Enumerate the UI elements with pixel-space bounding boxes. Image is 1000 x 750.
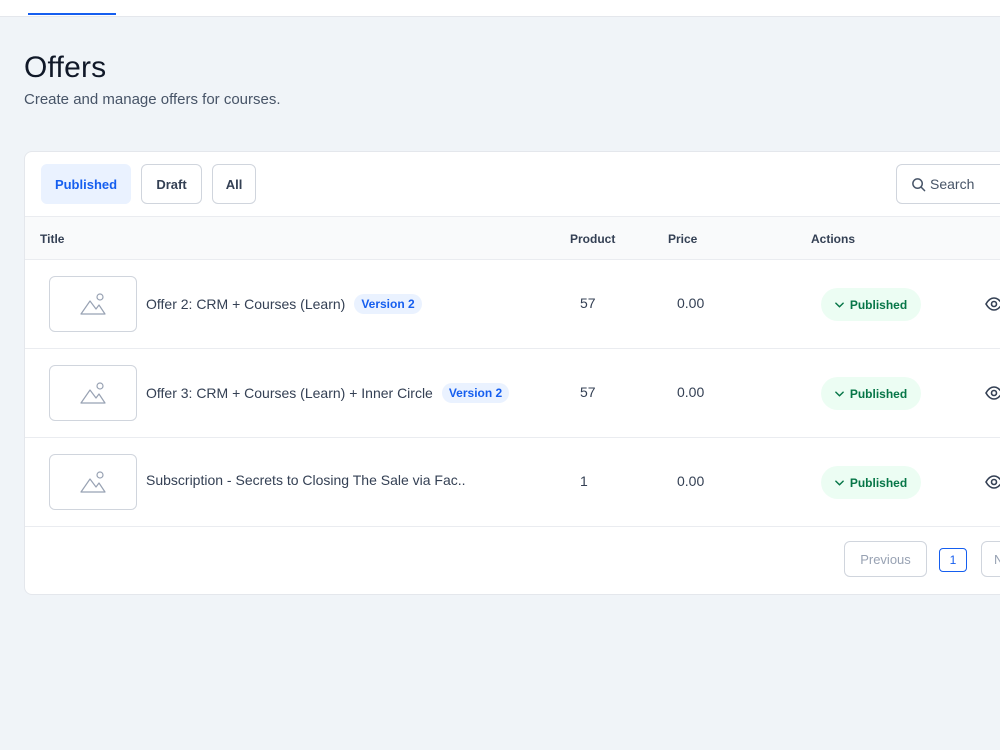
offer-title: Offer 2: CRM + Courses (Learn): [146, 296, 346, 312]
image-placeholder-icon: [80, 471, 106, 493]
pagination: Previous 1 N: [25, 527, 1000, 595]
filter-bar: Published Draft All Search: [25, 152, 1000, 217]
image-placeholder-icon: [80, 382, 106, 404]
offer-thumbnail: [49, 276, 137, 332]
offer-title-cell: Offer 2: CRM + Courses (Learn) Version 2: [146, 294, 422, 314]
column-header-price: Price: [668, 232, 698, 246]
active-tab-indicator: [28, 13, 116, 15]
image-placeholder-icon: [80, 293, 106, 315]
version-badge: Version 2: [354, 294, 422, 314]
eye-icon[interactable]: [985, 296, 1000, 312]
eye-icon[interactable]: [985, 474, 1000, 490]
top-navigation-bar: [0, 0, 1000, 17]
page-title: Offers: [24, 51, 107, 84]
offer-product-count: 1: [580, 473, 588, 489]
offer-thumbnail: [49, 454, 137, 510]
search-input[interactable]: Search: [896, 164, 1000, 204]
status-label: Published: [849, 297, 908, 312]
chevron-down-icon: [835, 301, 844, 308]
filter-all-button[interactable]: All: [212, 164, 256, 204]
table-header: Title Product Price Actions: [25, 217, 1000, 260]
filter-published-button[interactable]: Published: [41, 164, 131, 204]
offer-title: Subscription - Secrets to Closing The Sa…: [146, 472, 466, 488]
version-badge: Version 2: [441, 383, 510, 403]
eye-icon[interactable]: [985, 385, 1000, 401]
offer-price: 0.00: [677, 295, 705, 311]
column-header-title: Title: [40, 232, 65, 246]
search-placeholder: Search: [930, 176, 975, 192]
offer-product-count: 57: [580, 295, 596, 311]
next-page-button[interactable]: N: [981, 541, 1000, 577]
offer-title: Offer 3: CRM + Courses (Learn) + Inner C…: [146, 385, 433, 401]
offer-title-cell: Offer 3: CRM + Courses (Learn) + Inner C…: [146, 383, 510, 403]
filter-draft-button[interactable]: Draft: [141, 164, 202, 204]
offer-product-count: 57: [580, 384, 596, 400]
page-subtitle: Create and manage offers for courses.: [24, 91, 281, 108]
page-number-button[interactable]: 1: [939, 548, 967, 572]
offer-thumbnail: [49, 365, 137, 421]
table-row[interactable]: Offer 2: CRM + Courses (Learn) Version 2…: [25, 260, 1000, 349]
column-header-product: Product: [570, 232, 616, 246]
offer-price: 0.00: [677, 384, 705, 400]
status-dropdown[interactable]: Published: [821, 466, 921, 499]
chevron-down-icon: [835, 390, 844, 397]
status-label: Published: [849, 475, 908, 490]
offer-price: 0.00: [677, 473, 705, 489]
table-row[interactable]: Subscription - Secrets to Closing The Sa…: [25, 438, 1000, 527]
offer-title-cell: Subscription - Secrets to Closing The Sa…: [146, 472, 466, 488]
status-label: Published: [849, 386, 908, 401]
previous-page-button[interactable]: Previous: [844, 541, 927, 577]
status-dropdown[interactable]: Published: [821, 377, 921, 410]
chevron-down-icon: [835, 479, 844, 486]
status-dropdown[interactable]: Published: [821, 288, 921, 321]
column-header-actions: Actions: [811, 232, 856, 246]
offers-card: Published Draft All Search Title Product…: [24, 151, 1000, 595]
search-icon: [912, 177, 926, 191]
table-row[interactable]: Offer 3: CRM + Courses (Learn) + Inner C…: [25, 349, 1000, 438]
